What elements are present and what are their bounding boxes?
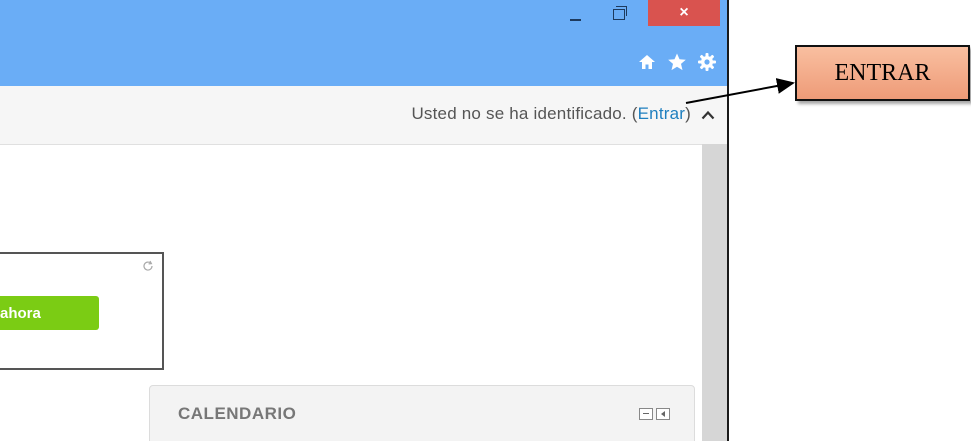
block-controls — [639, 408, 670, 420]
content-block: ahora — [0, 252, 164, 370]
collapse-block-icon[interactable] — [639, 408, 653, 420]
vertical-scrollbar[interactable] — [702, 144, 727, 441]
dock-block-icon[interactable] — [656, 408, 670, 420]
login-suffix: ) — [685, 104, 691, 123]
star-icon[interactable] — [667, 52, 687, 72]
restore-button[interactable] — [600, 0, 638, 28]
minimize-button[interactable] — [556, 0, 594, 28]
browser-toolbar — [637, 52, 717, 72]
moodle-navbar: Usted no se ha identificado. (Entrar) — [0, 86, 727, 145]
home-icon[interactable] — [637, 52, 657, 72]
chevron-up-icon[interactable] — [701, 110, 715, 120]
gear-icon[interactable] — [697, 52, 717, 72]
action-button[interactable]: ahora — [0, 296, 99, 330]
browser-window: × Usted no se ha identificado. (Entrar) … — [0, 0, 729, 441]
restore-icon — [613, 5, 627, 20]
close-button[interactable]: × — [648, 0, 720, 26]
browser-titlebar: × — [0, 0, 727, 86]
entrar-callout: ENTRAR — [795, 45, 970, 101]
close-icon: × — [679, 4, 689, 21]
login-info: Usted no se ha identificado. (Entrar) — [411, 104, 691, 124]
refresh-icon[interactable] — [142, 260, 154, 272]
login-prefix: Usted no se ha identificado. ( — [411, 104, 638, 123]
calendar-block: CALENDARIO — [149, 385, 695, 441]
calendar-title: CALENDARIO — [178, 404, 297, 423]
login-link[interactable]: Entrar — [638, 104, 686, 123]
